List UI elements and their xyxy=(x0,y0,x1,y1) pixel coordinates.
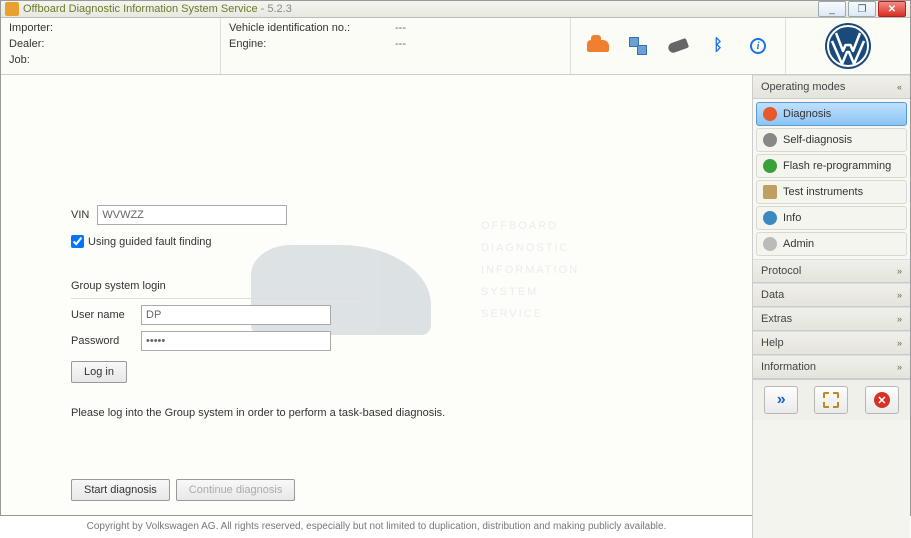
login-button[interactable]: Log in xyxy=(71,361,127,383)
login-title: Group system login xyxy=(71,276,361,299)
info-icon: i xyxy=(750,38,766,54)
side-panel: Operating modes« Diagnosis Self-diagnosi… xyxy=(752,75,910,538)
key-button[interactable] xyxy=(659,22,697,70)
app-window: Offboard Diagnostic Information System S… xyxy=(0,0,911,516)
chevron-down-icon: » xyxy=(897,266,902,276)
section-data[interactable]: Data» xyxy=(753,283,910,307)
chevron-down-icon: » xyxy=(897,290,902,300)
test-instruments-icon xyxy=(763,185,777,199)
vehicle-button[interactable] xyxy=(579,22,617,70)
job-label: Job: xyxy=(9,54,79,66)
mode-info[interactable]: Info xyxy=(756,206,907,230)
start-diagnosis-button[interactable]: Start diagnosis xyxy=(71,479,170,501)
cancel-icon: ✕ xyxy=(874,392,890,408)
section-help[interactable]: Help» xyxy=(753,331,910,355)
login-message: Please log into the Group system in orde… xyxy=(71,407,682,419)
section-protocol[interactable]: Protocol» xyxy=(753,259,910,283)
app-version: - 5.2.3 xyxy=(261,3,292,15)
cancel-button[interactable]: ✕ xyxy=(865,386,899,414)
chevron-up-icon: « xyxy=(897,82,902,92)
chevron-down-icon: » xyxy=(897,362,902,372)
connection-button[interactable] xyxy=(619,22,657,70)
mode-test-instruments[interactable]: Test instruments xyxy=(756,180,907,204)
self-diagnosis-icon xyxy=(763,133,777,147)
section-information[interactable]: Information» xyxy=(753,355,910,379)
minimize-button[interactable]: _ xyxy=(818,1,846,17)
forward-button[interactable]: » xyxy=(764,386,798,414)
engine-value: --- xyxy=(395,38,406,50)
window-title: Offboard Diagnostic Information System S… xyxy=(23,3,292,15)
diagnosis-icon xyxy=(763,107,777,121)
header-col-session: Importer: Dealer: Job: xyxy=(1,18,221,74)
operating-modes-list: Diagnosis Self-diagnosis Flash re-progra… xyxy=(753,99,910,259)
mode-admin[interactable]: Admin xyxy=(756,232,907,256)
header-col-vehicle: Vehicle identification no.: --- Engine: --… xyxy=(221,18,571,74)
username-label: User name xyxy=(71,309,135,321)
vw-logo-icon xyxy=(823,21,873,71)
titlebar: Offboard Diagnostic Information System S… xyxy=(1,1,910,18)
key-icon xyxy=(667,38,689,54)
window-buttons: _ ❐ ✕ xyxy=(818,1,906,17)
chevron-down-icon: » xyxy=(897,314,902,324)
brand-logo-box xyxy=(785,18,910,74)
chevron-down-icon: » xyxy=(897,338,902,348)
section-extras[interactable]: Extras» xyxy=(753,307,910,331)
vin-label: VIN xyxy=(71,209,89,221)
mode-flash[interactable]: Flash re-programming xyxy=(756,154,907,178)
password-input[interactable] xyxy=(141,331,331,351)
info-mode-icon xyxy=(763,211,777,225)
importer-label: Importer: xyxy=(9,22,79,34)
login-group: Group system login User name Password Lo… xyxy=(71,276,682,383)
vin-header-value: --- xyxy=(395,22,406,34)
guided-fault-label: Using guided fault finding xyxy=(88,236,212,248)
dealer-label: Dealer: xyxy=(9,38,79,50)
app-name: Offboard Diagnostic Information System S… xyxy=(23,3,258,15)
gear-icon xyxy=(823,392,839,408)
side-controls: » ✕ xyxy=(753,379,910,420)
bluetooth-icon: ᛒ xyxy=(713,37,723,55)
close-button[interactable]: ✕ xyxy=(878,1,906,17)
mode-self-diagnosis[interactable]: Self-diagnosis xyxy=(756,128,907,152)
continue-diagnosis-button[interactable]: Continue diagnosis xyxy=(176,479,296,501)
copyright: Copyright by Volkswagen AG. All rights r… xyxy=(71,501,682,532)
forward-icon: » xyxy=(777,391,786,409)
mode-diagnosis[interactable]: Diagnosis xyxy=(756,102,907,126)
restore-button[interactable]: ❐ xyxy=(848,1,876,17)
settings-button[interactable] xyxy=(814,386,848,414)
main-content: OFFBOARD DIAGNOSTIC INFORMATION SYSTEM S… xyxy=(1,75,752,538)
vin-header-label: Vehicle identification no.: xyxy=(229,22,389,34)
header-toolbar: ᛒ i xyxy=(571,18,785,74)
bluetooth-button[interactable]: ᛒ xyxy=(699,22,737,70)
engine-label: Engine: xyxy=(229,38,389,50)
section-operating-modes[interactable]: Operating modes« xyxy=(753,75,910,99)
app-icon xyxy=(5,2,19,16)
connection-icon xyxy=(629,37,647,55)
guided-fault-checkbox[interactable] xyxy=(71,235,84,248)
username-input[interactable] xyxy=(141,305,331,325)
password-label: Password xyxy=(71,335,135,347)
info-button[interactable]: i xyxy=(739,22,777,70)
flash-icon xyxy=(763,159,777,173)
admin-icon xyxy=(763,237,777,251)
vin-input[interactable] xyxy=(97,205,287,225)
header-strip: Importer: Dealer: Job: Vehicle identific… xyxy=(1,18,910,75)
car-icon xyxy=(587,40,609,52)
